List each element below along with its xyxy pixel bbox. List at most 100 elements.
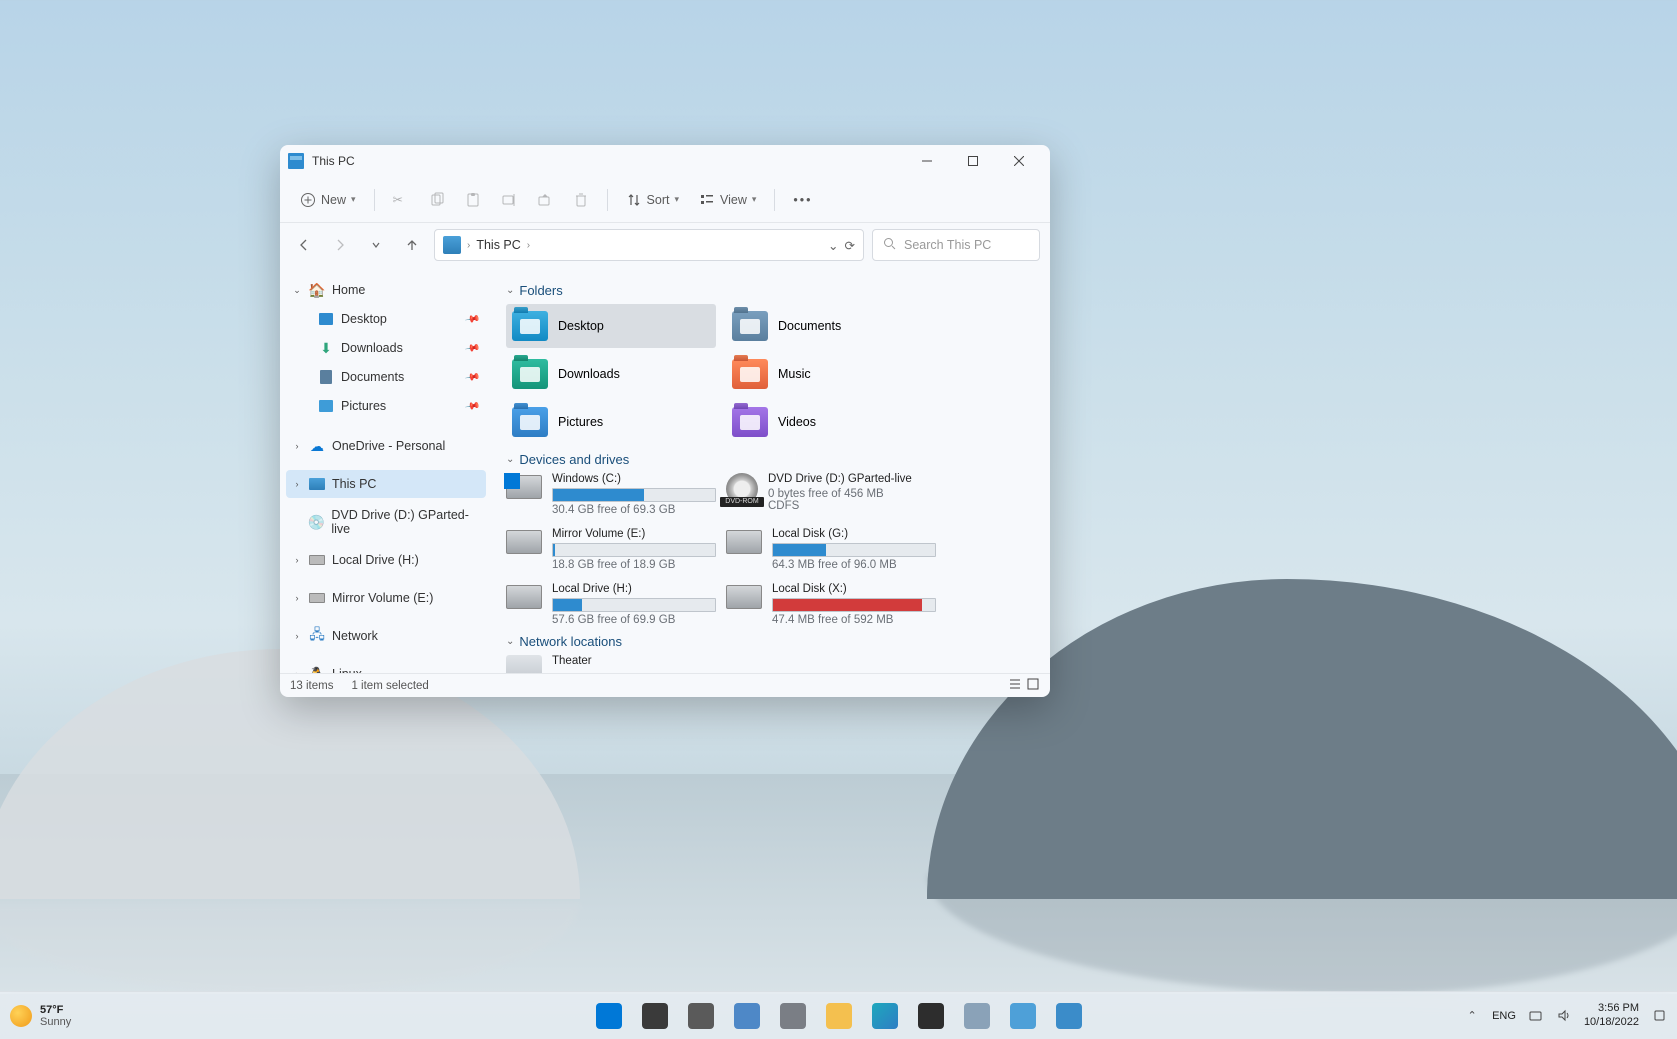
- sidebar-item-downloads[interactable]: ⬇ Downloads 📌: [286, 334, 486, 362]
- delete-button[interactable]: [565, 187, 597, 213]
- taskbar-edge[interactable]: [865, 996, 905, 1036]
- search-box[interactable]: Search This PC: [872, 229, 1040, 261]
- notifications-icon[interactable]: [1651, 1008, 1667, 1024]
- back-button[interactable]: [290, 231, 318, 259]
- network-icon[interactable]: [1528, 1008, 1544, 1024]
- taskbar-terminal[interactable]: [911, 996, 951, 1036]
- taskbar-file-explorer[interactable]: [819, 996, 859, 1036]
- recent-dropdown[interactable]: [362, 231, 390, 259]
- drive-name: DVD Drive (D:) GParted-live: [768, 473, 936, 485]
- pictures-icon: [318, 398, 334, 414]
- taskbar-notepad[interactable]: [1003, 996, 1043, 1036]
- address-bar[interactable]: › This PC › ⌄ ⟳: [434, 229, 864, 261]
- linux-icon: 🐧: [309, 666, 325, 673]
- pin-icon: 📌: [464, 369, 481, 385]
- pin-icon: 📌: [464, 398, 481, 414]
- chevron-right-icon: ›: [292, 593, 302, 603]
- titlebar[interactable]: This PC: [280, 145, 1050, 177]
- search-icon: [883, 237, 896, 253]
- folder-videos[interactable]: Videos: [726, 400, 936, 444]
- section-drives[interactable]: ⌄ Devices and drives: [506, 452, 1036, 467]
- taskbar-dev-home[interactable]: [957, 996, 997, 1036]
- downloads-folder-icon: [512, 359, 548, 389]
- terminal-icon: [918, 1003, 944, 1029]
- drive-item[interactable]: Local Disk (G:) 64.3 MB free of 96.0 MB: [726, 528, 936, 571]
- drive-item[interactable]: Local Disk (X:) 47.4 MB free of 592 MB: [726, 583, 936, 626]
- pin-icon: 📌: [464, 340, 481, 356]
- sidebar-item-desktop[interactable]: Desktop 📌: [286, 305, 486, 333]
- taskbar-settings[interactable]: [773, 996, 813, 1036]
- drive-item[interactable]: Mirror Volume (E:) 18.8 GB free of 18.9 …: [506, 528, 716, 571]
- sidebar-item-home[interactable]: ⌄ 🏠 Home: [286, 276, 486, 304]
- network-location[interactable]: Theater: [506, 655, 716, 673]
- sidebar-item-pictures[interactable]: Pictures 📌: [286, 392, 486, 420]
- sidebar-item-local-drive[interactable]: › Local Drive (H:): [286, 546, 486, 574]
- drive-item[interactable]: Local Drive (H:) 57.6 GB free of 69.9 GB: [506, 583, 716, 626]
- sidebar-item-documents[interactable]: Documents 📌: [286, 363, 486, 391]
- taskbar-task-view[interactable]: [681, 996, 721, 1036]
- drive-name: Windows (C:): [552, 473, 716, 485]
- chevron-right-icon: ›: [292, 555, 302, 565]
- chevron-down-icon: ⌄: [506, 454, 514, 465]
- language-indicator[interactable]: ENG: [1492, 1010, 1516, 1022]
- forward-button[interactable]: [326, 231, 354, 259]
- edge-icon: [872, 1003, 898, 1029]
- documents-icon: [318, 369, 334, 385]
- details-view-icon[interactable]: [1008, 677, 1022, 694]
- view-button[interactable]: View ▾: [691, 187, 764, 213]
- drive-icon: [506, 585, 542, 609]
- folder-pictures[interactable]: Pictures: [506, 400, 716, 444]
- share-button[interactable]: [529, 187, 561, 213]
- maximize-button[interactable]: [950, 145, 996, 177]
- volume-icon[interactable]: [1556, 1008, 1572, 1024]
- rename-button[interactable]: [493, 187, 525, 213]
- more-button[interactable]: •••: [785, 188, 820, 212]
- pictures-folder-icon: [512, 407, 548, 437]
- sidebar-item-network[interactable]: › 🖧 Network: [286, 622, 486, 650]
- chevron-down-icon: ▾: [351, 194, 356, 205]
- new-button[interactable]: New ▾: [292, 187, 364, 213]
- sidebar-item-mirror[interactable]: › Mirror Volume (E:): [286, 584, 486, 612]
- sidebar-item-dvd[interactable]: › 💿 DVD Drive (D:) GParted-live: [286, 508, 486, 536]
- sidebar: ⌄ 🏠 Home Desktop 📌 ⬇ Downloads 📌 Documen…: [280, 267, 492, 673]
- chevron-down-icon[interactable]: ⌄: [828, 238, 838, 253]
- taskbar-camera[interactable]: [1049, 996, 1089, 1036]
- file-explorer-icon: [826, 1003, 852, 1029]
- weather-widget[interactable]: 57°F Sunny: [10, 1004, 71, 1028]
- documents-folder-icon: [732, 311, 768, 341]
- close-button[interactable]: [996, 145, 1042, 177]
- up-button[interactable]: [398, 231, 426, 259]
- chevron-down-icon: ⌄: [506, 285, 514, 296]
- drive-item[interactable]: DVD-ROM DVD Drive (D:) GParted-live 0 by…: [726, 473, 936, 516]
- taskbar-start[interactable]: [589, 996, 629, 1036]
- drive-icon: [309, 552, 325, 568]
- chevron-right-icon: ›: [527, 240, 530, 251]
- drive-item[interactable]: Windows (C:) 30.4 GB free of 69.3 GB: [506, 473, 716, 516]
- chevron-right-icon: ›: [467, 240, 470, 251]
- copy-button[interactable]: [421, 187, 453, 213]
- sidebar-item-this-pc[interactable]: › This PC: [286, 470, 486, 498]
- chevron-up-icon[interactable]: ⌃: [1464, 1008, 1480, 1024]
- breadcrumb[interactable]: This PC: [476, 238, 520, 252]
- minimize-button[interactable]: [904, 145, 950, 177]
- folder-documents[interactable]: Documents: [726, 304, 936, 348]
- taskbar-widgets[interactable]: [727, 996, 767, 1036]
- folder-desktop[interactable]: Desktop: [506, 304, 716, 348]
- sort-button[interactable]: Sort ▾: [618, 187, 687, 213]
- tiles-view-icon[interactable]: [1026, 677, 1040, 694]
- section-network[interactable]: ⌄ Network locations: [506, 634, 1036, 649]
- content-pane: ⌄ Folders Desktop Documents Downloads Mu…: [492, 267, 1050, 673]
- clock[interactable]: 3:56 PM 10/18/2022: [1584, 1002, 1639, 1030]
- cut-button[interactable]: ✂: [385, 187, 417, 213]
- taskbar-search[interactable]: [635, 996, 675, 1036]
- refresh-button[interactable]: ⟳: [845, 238, 855, 253]
- drive-free: 57.6 GB free of 69.9 GB: [552, 614, 716, 626]
- sidebar-item-linux[interactable]: › 🐧 Linux: [286, 660, 486, 673]
- search-placeholder: Search This PC: [904, 238, 991, 252]
- folder-downloads[interactable]: Downloads: [506, 352, 716, 396]
- cloud-icon: ☁: [309, 438, 325, 454]
- sidebar-item-onedrive[interactable]: › ☁ OneDrive - Personal: [286, 432, 486, 460]
- paste-button[interactable]: [457, 187, 489, 213]
- folder-music[interactable]: Music: [726, 352, 936, 396]
- section-folders[interactable]: ⌄ Folders: [506, 283, 1036, 298]
